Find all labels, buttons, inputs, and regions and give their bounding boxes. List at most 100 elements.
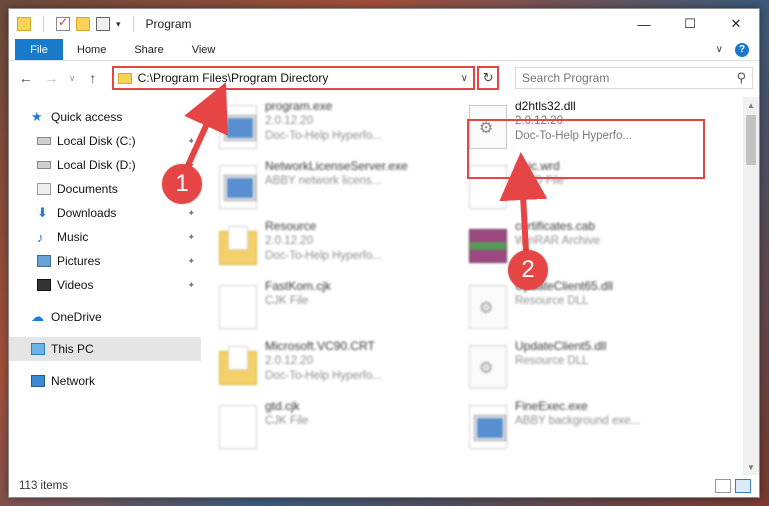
file-list-pane: program.exe 2.0.12.20 Doc-To-Help Hyperf… (201, 97, 759, 475)
up-arrow-icon[interactable]: ↑ (82, 70, 104, 86)
quick-access-toolbar: ▾ Program (17, 15, 192, 32)
nav-label: Local Disk (C:) (57, 134, 136, 148)
archive-icon (469, 229, 507, 263)
tab-file[interactable]: File (15, 39, 63, 60)
tab-share[interactable]: Share (120, 39, 177, 60)
properties-check-icon[interactable] (56, 15, 70, 31)
ribbon-tabs: File Home Share View ∨ ? (9, 39, 759, 61)
file-detail: 2.0.12.20 (265, 115, 313, 127)
file-detail: Doc-To-Help Hyperfo... (265, 250, 382, 262)
expand-ribbon-chevron-icon[interactable]: ∨ (716, 44, 723, 55)
folder-icon (219, 346, 257, 385)
vertical-scrollbar[interactable]: ▲ ▼ (743, 97, 759, 475)
nav-quick-access[interactable]: ★ Quick access (9, 105, 201, 129)
file-name: Resource (265, 219, 317, 233)
nav-network[interactable]: Network (9, 369, 201, 393)
nav-label: Music (57, 230, 89, 244)
scroll-thumb[interactable] (746, 115, 756, 165)
address-bar[interactable]: C:\Program Files\Program Directory ∨ (111, 66, 476, 90)
folder-icon (17, 17, 31, 31)
minimize-button[interactable]: — (621, 9, 667, 39)
file-name: Microsoft.VC90.CRT (265, 339, 375, 353)
file-detail: Resource DLL (515, 295, 589, 307)
folder-icon (219, 226, 257, 265)
file-name: certificates.cab (515, 219, 596, 233)
file-item[interactable]: certificates.cab WinRAR Archive (469, 219, 709, 279)
tab-home[interactable]: Home (63, 39, 120, 60)
file-item[interactable]: Resource 2.0.12.20 Doc-To-Help Hyperfo..… (219, 219, 459, 279)
tiles-view-icon[interactable] (735, 479, 751, 493)
pc-icon (31, 343, 45, 355)
pin-icon[interactable]: ✦ (187, 208, 195, 219)
file-detail: CJK File (265, 415, 309, 427)
back-arrow-icon[interactable]: ← (15, 70, 37, 86)
nav-videos[interactable]: Videos ✦ (9, 273, 201, 297)
nav-this-pc[interactable]: This PC (9, 337, 201, 361)
file-item[interactable]: program.exe 2.0.12.20 Doc-To-Help Hyperf… (219, 99, 459, 159)
navigation-pane: ★ Quick access Local Disk (C:) ✦ Local D… (9, 97, 201, 475)
exe-icon (219, 105, 257, 149)
title-bar: ▾ Program — ☐ ✕ (9, 9, 759, 39)
help-icon[interactable]: ? (735, 42, 749, 57)
exe-icon (469, 405, 507, 449)
nav-onedrive[interactable]: ☁ OneDrive (9, 305, 201, 329)
folder-icon (117, 72, 132, 84)
recent-locations-chevron-icon[interactable]: ∨ (66, 73, 78, 84)
new-folder-icon[interactable] (76, 17, 90, 31)
search-box[interactable]: ⚲ (514, 67, 753, 89)
refresh-button[interactable]: ↻ (477, 66, 499, 90)
scroll-down-icon[interactable]: ▼ (743, 459, 759, 475)
file-name: program.exe (265, 99, 333, 113)
file-detail: 2.0.12.20 (265, 355, 313, 367)
file-detail: 2.0.12.20 (265, 235, 313, 247)
file-item[interactable]: FastKom.cjk CJK File (219, 279, 459, 339)
file-item[interactable]: UpdateClient5.dll Resource DLL (469, 339, 709, 399)
close-button[interactable]: ✕ (713, 9, 759, 39)
nav-label: Local Disk (D:) (57, 158, 136, 172)
details-view-icon[interactable] (715, 479, 731, 493)
pin-icon[interactable]: ✦ (187, 232, 195, 243)
exe-icon (219, 165, 257, 209)
search-input[interactable] (521, 71, 737, 85)
file-detail: ABBY background exe... (515, 415, 641, 427)
pin-icon[interactable]: ✦ (187, 280, 195, 291)
scroll-up-icon[interactable]: ▲ (743, 97, 759, 113)
forward-arrow-icon[interactable]: → (41, 70, 63, 86)
file-item[interactable]: Microsoft.VC90.CRT 2.0.12.20 Doc-To-Help… (219, 339, 459, 399)
file-name: d2htls32.dll (515, 99, 576, 113)
customize-toolbar-dropdown[interactable]: ▾ (116, 19, 121, 30)
file-item[interactable]: gtd.cjk CJK File (219, 399, 459, 459)
pin-icon[interactable]: ✦ (187, 136, 195, 147)
address-dropdown-chevron-icon[interactable]: ∨ (455, 73, 473, 84)
address-row: ← → ∨ ↑ C:\Program Files\Program Directo… (9, 61, 759, 95)
disk-icon (37, 161, 51, 169)
nav-label: Pictures (57, 254, 101, 268)
file-detail: WinRAR Archive (515, 235, 600, 247)
nav-pictures[interactable]: Pictures ✦ (9, 249, 201, 273)
file-highlight-box (467, 119, 705, 179)
nav-local-disk-c[interactable]: Local Disk (C:) ✦ (9, 129, 201, 153)
nav-label: Network (51, 374, 96, 388)
maximize-button[interactable]: ☐ (667, 9, 713, 39)
downloads-icon: ⬇ (37, 205, 48, 220)
search-icon[interactable]: ⚲ (736, 70, 746, 86)
file-item[interactable]: UpdateClient65.dll Resource DLL (469, 279, 709, 339)
file-item[interactable]: FineExec.exe ABBY background exe... (469, 399, 709, 459)
videos-icon (37, 279, 51, 291)
item-count: 113 items (19, 480, 69, 492)
pin-icon[interactable]: ✦ (187, 256, 195, 267)
properties-icon[interactable] (96, 17, 110, 31)
explorer-window: ▾ Program — ☐ ✕ File Home Share View ∨ ?… (8, 8, 760, 498)
file-item[interactable]: NetworkLicenseServer.exe ABBY network li… (219, 159, 459, 219)
ribbon-right: ∨ ? (716, 39, 759, 60)
nav-label: Documents (57, 182, 118, 196)
tab-view[interactable]: View (178, 39, 230, 60)
nav-downloads[interactable]: ⬇ Downloads ✦ (9, 201, 201, 225)
address-path[interactable]: C:\Program Files\Program Directory (138, 71, 450, 85)
star-icon: ★ (31, 109, 43, 124)
callout-2: 2 (508, 250, 548, 290)
nav-music[interactable]: ♪ Music ✦ (9, 225, 201, 249)
file-detail: Resource DLL (515, 355, 589, 367)
